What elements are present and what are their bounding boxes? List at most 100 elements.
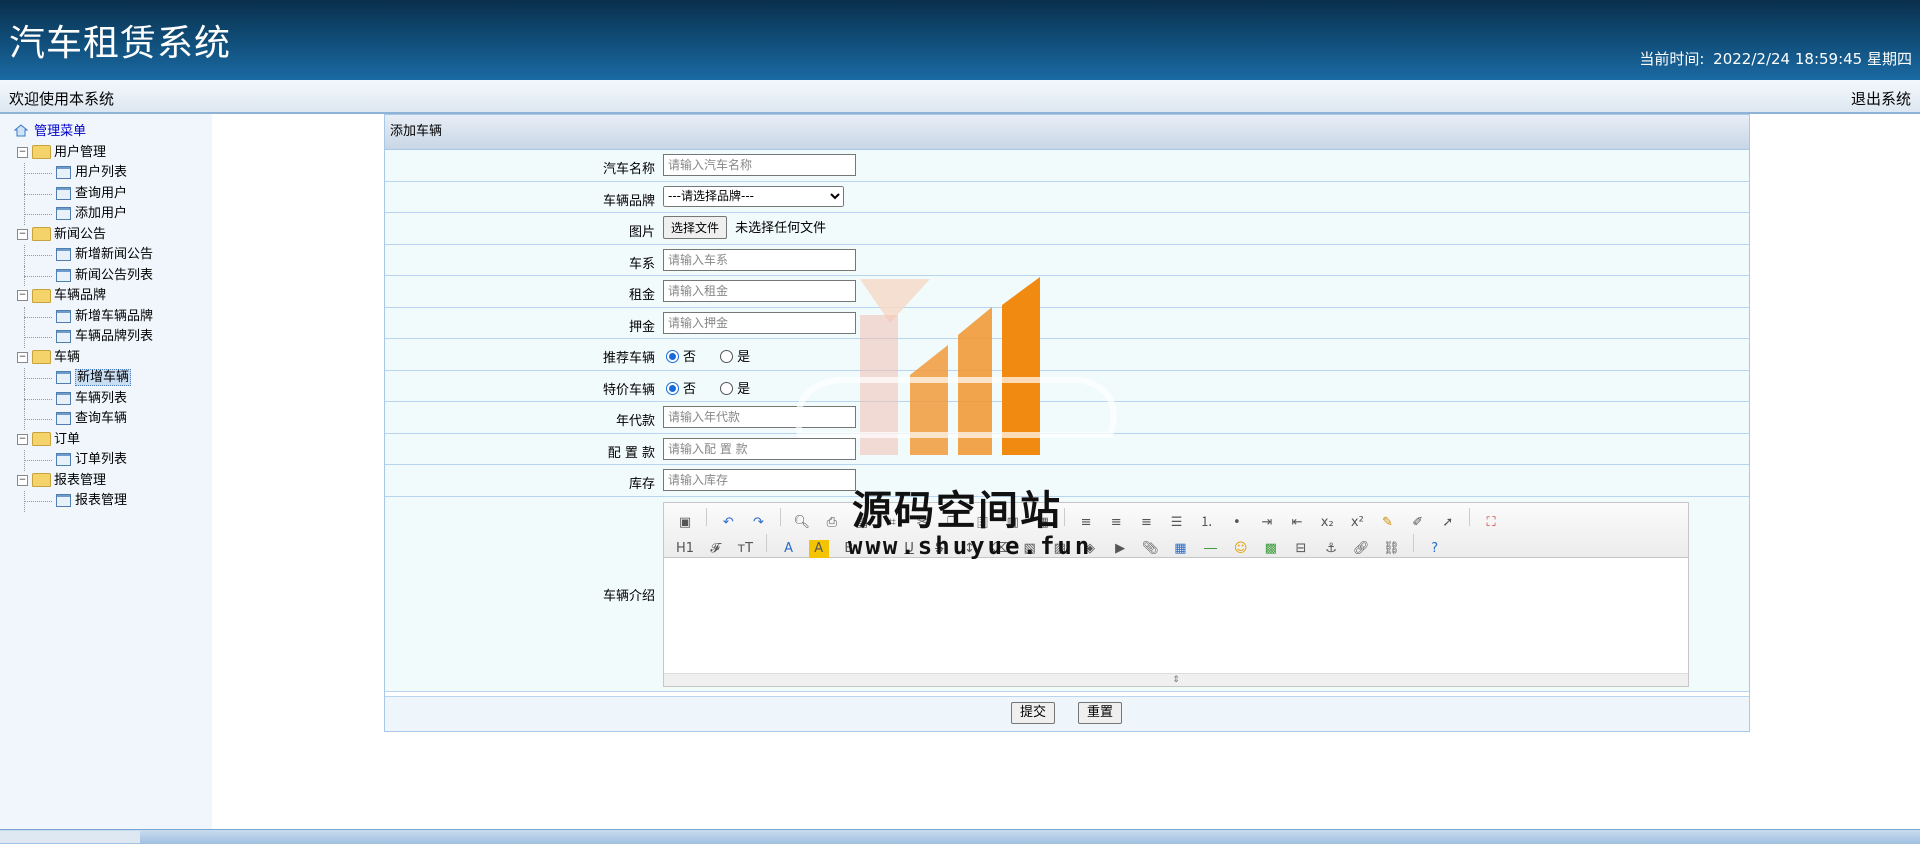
- file-status: 未选择任何文件: [735, 221, 827, 236]
- submit-button[interactable]: 提交: [1011, 702, 1056, 724]
- font-color-icon[interactable]: A: [779, 540, 799, 558]
- row-year: 年代款: [385, 402, 1749, 434]
- row-brand: 车辆品牌 ---请选择品牌---: [385, 181, 1749, 213]
- font-family-icon[interactable]: 𝓕: [705, 540, 725, 558]
- series-label: 车系: [628, 256, 655, 272]
- heading-icon[interactable]: H1: [675, 540, 695, 558]
- series-input[interactable]: [663, 248, 856, 271]
- sidebar-item-user-list[interactable]: 用户列表: [14, 163, 153, 184]
- help-icon[interactable]: ?: [1425, 540, 1445, 558]
- sidebar-item-news-list[interactable]: 新闻公告列表: [14, 265, 154, 287]
- radio-label: 否: [683, 350, 697, 365]
- sidebar-item-add-car[interactable]: 新增车辆: [14, 368, 153, 389]
- sidebar-item-add-news[interactable]: 新增新闻公告: [14, 245, 153, 266]
- sidebar-item-add-user[interactable]: 添加用户: [14, 204, 153, 225]
- year-input[interactable]: [663, 406, 856, 428]
- page-icon: [56, 453, 71, 466]
- menu-root[interactable]: 管理菜单: [13, 122, 153, 143]
- add-car-panel: 添加车辆 汽车名称 车辆品牌 ---请选择品牌--- 图片 选择文件 未选择任何…: [384, 114, 1750, 732]
- item-label: 报表管理: [75, 493, 128, 508]
- car-name-input[interactable]: [663, 154, 856, 176]
- deposit-input[interactable]: [663, 311, 856, 334]
- radio-unchecked-icon: [720, 350, 734, 363]
- row-stock: 库存: [385, 465, 1749, 497]
- config-input[interactable]: [663, 437, 856, 460]
- hr-icon[interactable]: ―: [1201, 540, 1221, 558]
- radio-label: 否: [683, 381, 697, 397]
- sidebar-item-brand-list[interactable]: 车辆品牌列表: [14, 327, 153, 348]
- collapse-icon[interactable]: −: [17, 290, 28, 301]
- logout-link[interactable]: 退出系统: [1851, 88, 1911, 109]
- editor-resize-handle[interactable]: ⇕: [664, 672, 1688, 686]
- tree-group-brand[interactable]: − 车辆品牌: [14, 286, 153, 307]
- tree-group-car[interactable]: − 车辆: [14, 348, 153, 369]
- recommended-yes-radio[interactable]: 是: [720, 346, 750, 365]
- font-size-icon[interactable]: ᴛT: [735, 540, 755, 558]
- sidebar-item-car-list[interactable]: 车辆列表: [14, 388, 153, 410]
- map-icon[interactable]: ▩: [1261, 540, 1281, 558]
- attachment-icon[interactable]: 📎︎: [1140, 540, 1160, 558]
- group-label: 车辆: [54, 349, 81, 365]
- collapse-icon[interactable]: −: [17, 474, 28, 486]
- choose-file-button[interactable]: 选择文件: [663, 216, 728, 239]
- row-intro: 车辆介绍 ▣ ↶ ↷ 🔍︎ ⎙ ▤ ⌗ ✂ ❐ 📋︎ ▥ ▦ ≡ ≡ ≡ ☰ ⒈…: [385, 496, 1749, 692]
- footer-tab: [0, 831, 140, 843]
- tree-group-user[interactable]: − 用户管理: [14, 143, 153, 164]
- sidebar-item-report[interactable]: 报表管理: [14, 491, 153, 512]
- fullscreen-icon[interactable]: ⛶: [1481, 514, 1501, 532]
- sidebar-item-query-user[interactable]: 查询用户: [14, 183, 153, 205]
- sidebar-item-query-car[interactable]: 查询车辆: [14, 409, 153, 430]
- pagebreak-icon[interactable]: ⊟: [1291, 540, 1311, 558]
- special-no-radio[interactable]: 否: [666, 378, 696, 397]
- group-label: 新闻公告: [54, 226, 107, 242]
- page-icon: [56, 268, 71, 282]
- toolbar-separator: [1063, 507, 1065, 526]
- collapse-icon[interactable]: −: [17, 351, 28, 363]
- rent-input[interactable]: [663, 280, 856, 302]
- row-series: 车系: [385, 244, 1749, 276]
- radio-unchecked-icon: [720, 381, 734, 395]
- item-label: 新闻公告列表: [75, 267, 154, 283]
- stock-label: 库存: [628, 477, 655, 492]
- emoticon-icon[interactable]: ☺: [1231, 540, 1251, 558]
- app-header: 汽车租赁系统 当前时间: 2022/2/24 18:59:45 星期四: [0, 0, 1920, 80]
- brand-select[interactable]: ---请选择品牌---: [663, 185, 844, 207]
- radio-checked-icon: [666, 350, 679, 363]
- tree-group-report[interactable]: − 报表管理: [14, 471, 153, 492]
- folder-icon: [32, 432, 51, 446]
- media-icon[interactable]: ▶: [1110, 540, 1130, 558]
- reset-button[interactable]: 重置: [1078, 702, 1123, 724]
- rent-label: 租金: [628, 288, 655, 303]
- stock-input[interactable]: [663, 469, 856, 491]
- collapse-icon[interactable]: −: [17, 228, 28, 240]
- special-yes-radio[interactable]: 是: [720, 378, 750, 397]
- highlight-icon[interactable]: A: [808, 539, 829, 558]
- recommended-label: 推荐车辆: [602, 351, 655, 366]
- tree-group-news[interactable]: − 新闻公告: [14, 225, 153, 246]
- year-label: 年代款: [615, 414, 655, 429]
- item-label: 添加用户: [75, 206, 128, 221]
- unlink-icon[interactable]: ⛓: [1381, 540, 1401, 558]
- editor-content-area[interactable]: [664, 558, 1688, 670]
- anchor-icon[interactable]: ⚓: [1321, 540, 1341, 558]
- toolbar-separator: [779, 507, 781, 526]
- item-label: 新增车辆品牌: [75, 308, 154, 324]
- radio-label: 是: [737, 381, 751, 397]
- home-icon: [13, 124, 32, 139]
- clock-value: 2022/2/24 18:59:45 星期四: [1713, 50, 1912, 68]
- folder-icon: [32, 288, 51, 303]
- link-icon[interactable]: 🔗︎: [1351, 540, 1371, 558]
- collapse-icon[interactable]: −: [17, 433, 28, 445]
- sidebar-item-order-list[interactable]: 订单列表: [14, 450, 153, 471]
- table-icon[interactable]: ▦: [1170, 540, 1190, 558]
- page-icon: [56, 412, 71, 425]
- page-icon: [56, 309, 71, 323]
- collapse-icon[interactable]: −: [17, 146, 28, 158]
- group-label: 报表管理: [54, 472, 107, 488]
- current-time: 当前时间: 2022/2/24 18:59:45 星期四: [1635, 48, 1912, 69]
- item-label: 新增新闻公告: [75, 247, 154, 262]
- sidebar-item-add-brand[interactable]: 新增车辆品牌: [14, 306, 154, 328]
- tree-group-order[interactable]: − 订单: [14, 430, 153, 451]
- panel-title: 添加车辆: [385, 115, 1749, 150]
- recommended-no-radio[interactable]: 否: [666, 346, 696, 365]
